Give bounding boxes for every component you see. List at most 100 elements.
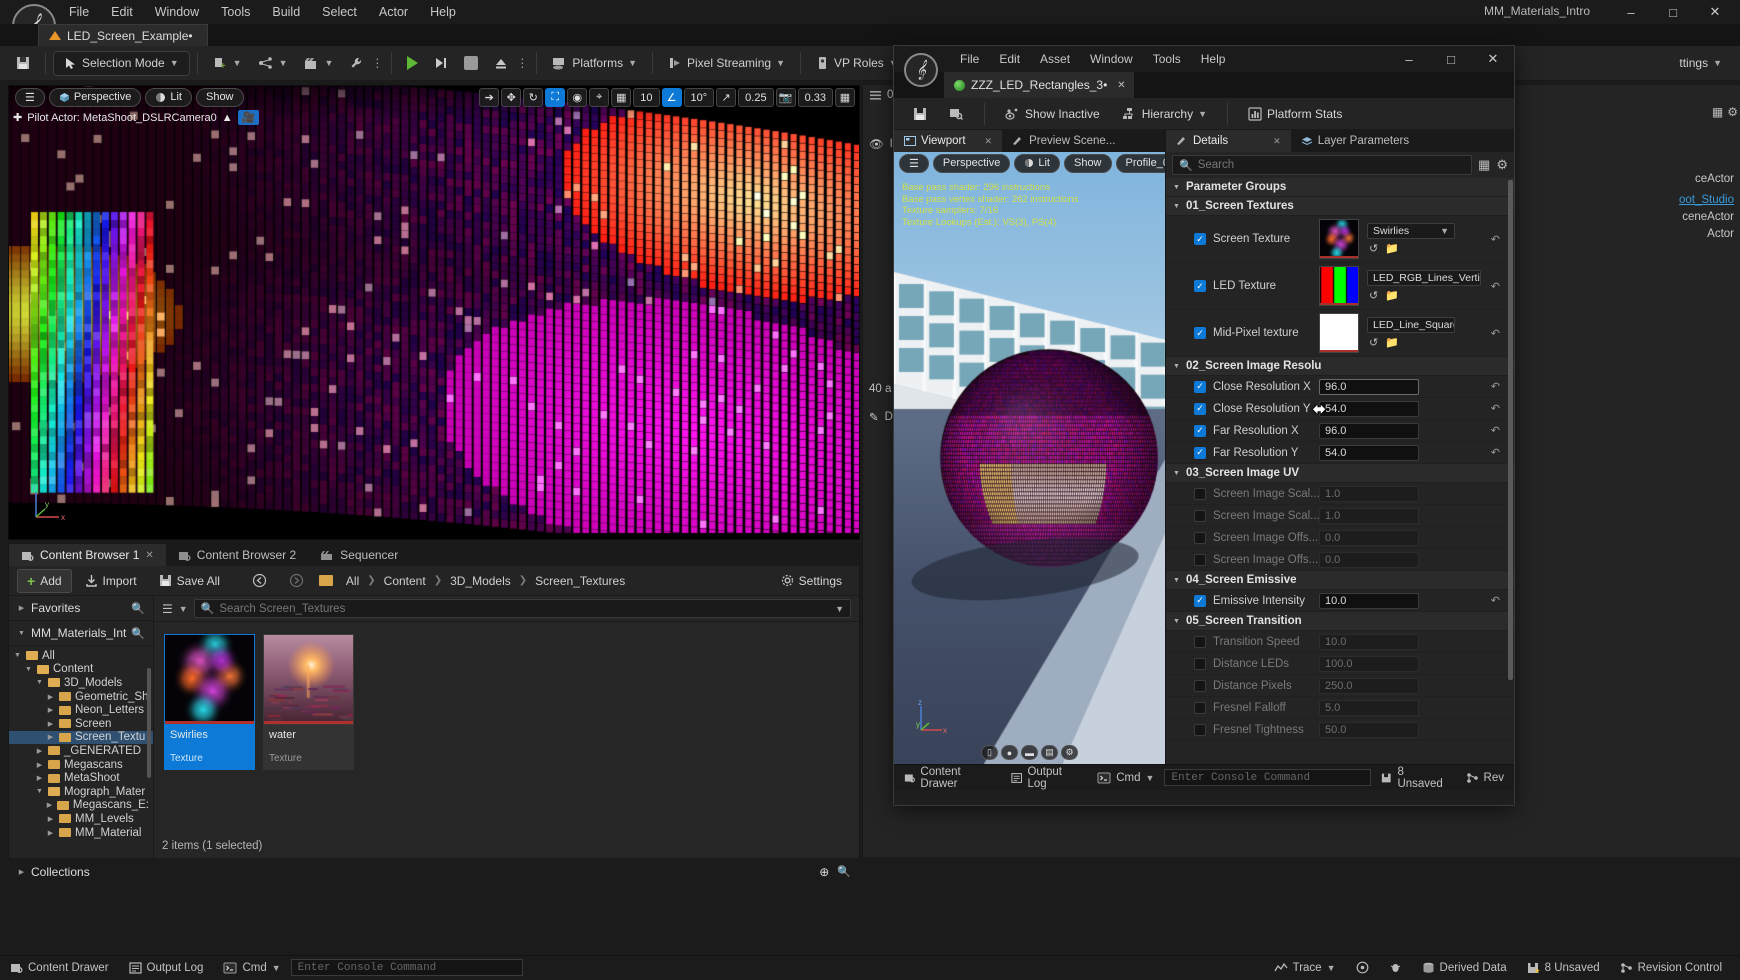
parameter-checkbox[interactable] — [1194, 636, 1206, 648]
parameter-row-far-resolution-y[interactable]: ✓Far Resolution Y54.0↶ — [1166, 442, 1514, 464]
preview-menu-button[interactable]: ☰ — [899, 154, 929, 173]
parameter-checkbox[interactable] — [1194, 488, 1206, 500]
parameter-row-emissive-intensity[interactable]: ✓Emissive Intensity10.0↶ — [1166, 590, 1514, 612]
parameter-row-close-resolution-y[interactable]: ✓Close Resolution Y54.0↶ — [1166, 398, 1514, 420]
pencil-icon[interactable]: ✎ — [869, 410, 879, 424]
pixel-streaming-button[interactable]: Pixel Streaming ▼ — [660, 51, 793, 76]
menu-edit[interactable]: Edit — [100, 1, 144, 23]
trace-button[interactable]: Trace ▼ — [1264, 956, 1346, 980]
parameter-value-field[interactable]: 10.0 — [1319, 634, 1419, 650]
derived-data-button[interactable]: Derived Data — [1412, 956, 1517, 980]
outliner-entry-2[interactable]: oot_Studio — [1679, 194, 1734, 206]
parameter-checkbox[interactable] — [1194, 554, 1206, 566]
collections-bar[interactable]: ▶ Collections ⊕ 🔍 — [9, 858, 859, 884]
grid-view-icon[interactable]: ▦ — [1712, 105, 1723, 119]
camera-speed-value[interactable]: 0.33 — [798, 88, 833, 107]
menu-tools[interactable]: Tools — [210, 1, 261, 23]
cmd-button[interactable]: Cmd ▼ — [213, 956, 290, 980]
toolbar-more-icon[interactable]: ⋮ — [371, 56, 384, 70]
camera-speed-icon[interactable]: 📷 — [776, 88, 796, 107]
plane-preview-icon[interactable]: ▬ — [1021, 745, 1038, 760]
parameter-value-field[interactable]: 0.0 — [1319, 552, 1419, 568]
chevron-right-icon[interactable]: ▶ — [46, 829, 55, 837]
parameter-value-field[interactable]: 100.0 — [1319, 656, 1419, 672]
close-icon[interactable]: ✕ — [145, 550, 153, 561]
viewport-layout-icon[interactable]: ▦ — [835, 88, 855, 107]
menu-build[interactable]: Build — [261, 1, 311, 23]
parameter-row-led-texture[interactable]: ✓LED TextureLED_RGB_Lines_Vertic▼↺📁↶ — [1166, 263, 1514, 310]
parameter-group-5[interactable]: ▼05_Screen Transition — [1166, 612, 1514, 631]
hierarchy-button[interactable]: Hierarchy ▼ — [1113, 104, 1216, 124]
tree-scrollbar[interactable] — [147, 668, 151, 778]
chevron-down-icon[interactable]: ▼ — [35, 788, 44, 795]
console-command-input[interactable]: Enter Console Command — [291, 959, 523, 976]
chevron-right-icon[interactable]: ▶ — [35, 747, 44, 755]
eject-button[interactable] — [486, 51, 516, 76]
nav-forward-button[interactable] — [280, 570, 313, 591]
viewport-close-icon[interactable]: ✕ — [985, 136, 993, 147]
parameter-value-field[interactable]: 54.0 — [1319, 401, 1419, 417]
tab-preview-scene[interactable]: Preview Scene... — [1002, 130, 1125, 152]
child-console-command-input[interactable]: Enter Console Command — [1164, 769, 1371, 786]
child-menu-window[interactable]: Window — [1080, 48, 1143, 70]
breadcrumb-all[interactable]: All — [342, 572, 363, 590]
tab-details[interactable]: Details ✕ — [1166, 130, 1291, 152]
child-menu-asset[interactable]: Asset — [1030, 48, 1080, 70]
browse-to-asset-button[interactable] — [940, 104, 973, 124]
pilot-camera-icon[interactable]: 🎥 — [238, 110, 260, 125]
menu-select[interactable]: Select — [311, 1, 368, 23]
material-asset-tab[interactable]: ZZZ_LED_Rectangles_3• ✕ — [944, 72, 1134, 98]
tree-node-geometric-sh[interactable]: ▶Geometric_Sh — [9, 690, 153, 704]
tree-node-3d-models[interactable]: ▼3D_Models — [9, 676, 153, 690]
parameter-row-screen-image-offs-[interactable]: Screen Image Offs...0.0 — [1166, 549, 1514, 571]
play-more-icon[interactable]: ⋮ — [516, 56, 529, 70]
asset-item-swirlies[interactable]: Swirlies Texture — [164, 634, 255, 770]
parameter-row-mid-pixel-texture[interactable]: ✓Mid-Pixel textureLED_Line_Square▼↺📁↶ — [1166, 310, 1514, 357]
tree-node-all[interactable]: ▼All — [9, 649, 153, 663]
asset-item-water[interactable]: water Texture — [263, 634, 354, 770]
parameter-checkbox[interactable] — [1194, 724, 1206, 736]
reset-to-default-icon[interactable]: ↶ — [1491, 402, 1500, 415]
show-button[interactable]: Show — [196, 88, 244, 107]
add-collection-icon[interactable]: ⊕ — [819, 865, 829, 879]
parameter-checkbox[interactable]: ✓ — [1194, 327, 1206, 339]
world-space-icon[interactable]: ◉ — [567, 88, 587, 107]
preview-show-button[interactable]: Show — [1064, 154, 1112, 173]
surface-snap-icon[interactable]: ⌖ — [589, 88, 609, 107]
save-button[interactable] — [8, 51, 38, 76]
reset-to-default-icon[interactable]: ↶ — [1491, 327, 1500, 340]
close-button[interactable]: ✕ — [1694, 0, 1736, 24]
child-revision-button[interactable]: Rev — [1456, 766, 1514, 790]
unsaved-button[interactable]: ★ 8 Unsaved — [1517, 956, 1610, 980]
import-button[interactable]: Import — [76, 571, 146, 591]
child-menu-help[interactable]: Help — [1191, 48, 1236, 70]
child-menu-edit[interactable]: Edit — [989, 48, 1030, 70]
preview-perspective-button[interactable]: Perspective — [933, 154, 1010, 173]
parameter-checkbox[interactable]: ✓ — [1194, 233, 1206, 245]
tree-node-metashoot[interactable]: ▶MetaShoot — [9, 771, 153, 785]
child-output-log-button[interactable]: Output Log — [1001, 766, 1087, 790]
parameter-value-field[interactable]: 96.0 — [1319, 379, 1419, 395]
parameter-checkbox[interactable]: ✓ — [1194, 425, 1206, 437]
find-in-content-browser-icon[interactable]: 📁 — [1385, 336, 1399, 349]
outliner-entry-4[interactable]: Actor — [1707, 228, 1734, 240]
parameter-checkbox[interactable] — [1194, 702, 1206, 714]
parameter-value-field[interactable]: 54.0 — [1319, 445, 1419, 461]
details-close-icon[interactable]: ✕ — [1273, 136, 1281, 147]
outliner-entry-1[interactable]: ceActor — [1695, 173, 1734, 185]
tree-node-screen[interactable]: ▶Screen — [9, 717, 153, 731]
reset-to-default-icon[interactable]: ↶ — [1491, 280, 1500, 293]
child-maximize-button[interactable]: □ — [1430, 47, 1472, 71]
cylinder-preview-icon[interactable]: ▯ — [981, 745, 998, 760]
parameter-value-field[interactable]: 1.0 — [1319, 508, 1419, 524]
revision-control-button[interactable]: Revision Control — [1610, 956, 1732, 980]
level-viewport[interactable]: ☰ Perspective Lit Show ➔ ✥ ↻ ⛶ ◉ ⌖ ▦ 10 … — [8, 85, 860, 540]
texture-selector-dropdown[interactable]: LED_RGB_Lines_Vertic▼ — [1367, 270, 1481, 286]
menu-file[interactable]: File — [58, 1, 100, 23]
chevron-down-icon[interactable]: ▼ — [35, 679, 44, 686]
tree-node-megascans[interactable]: ▶Megascans — [9, 758, 153, 772]
bug-icon-button[interactable] — [1379, 956, 1412, 980]
parameter-checkbox[interactable]: ✓ — [1194, 447, 1206, 459]
blueprints-button[interactable]: ▼ — [250, 51, 296, 76]
parameter-checkbox[interactable]: ✓ — [1194, 595, 1206, 607]
